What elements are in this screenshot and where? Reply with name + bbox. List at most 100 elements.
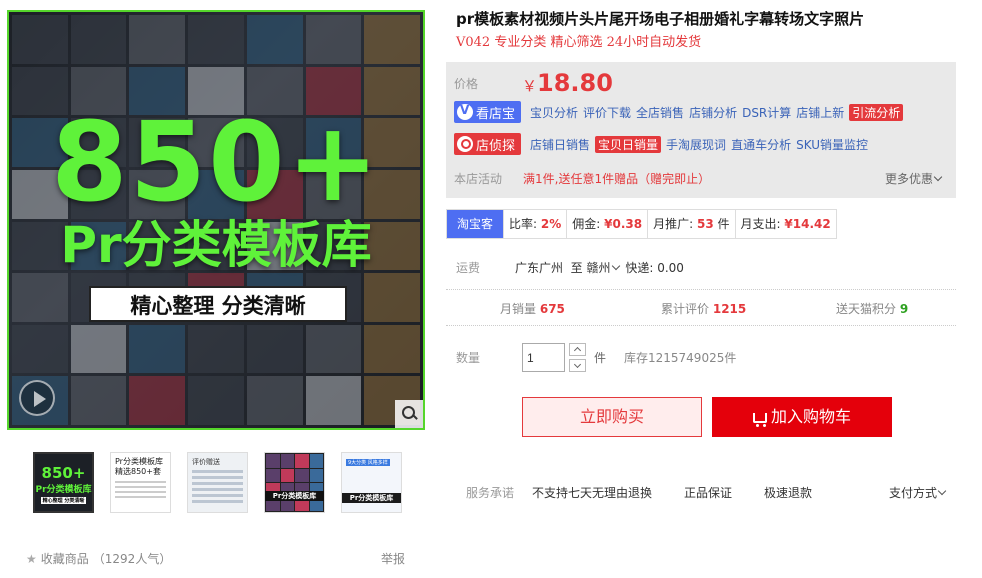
kandianbao-logo-icon	[457, 103, 473, 120]
thumbnail-text: 精心整理 分类清晰	[41, 497, 86, 504]
tool-link-ad-analysis[interactable]: 直通车分析	[731, 136, 791, 153]
tool-link-daily-item-sales[interactable]: 宝贝日销量	[595, 135, 662, 153]
thumbnail-strip: 850+ Pr分类模板库 精心整理 分类清晰 Pr分类模板库 精选850+套 评…	[33, 452, 402, 513]
thumbnail-5[interactable]: 9大分类 风格多样 Pr分类模板库	[341, 452, 402, 513]
review-count[interactable]: 累计评价 1215	[661, 300, 746, 317]
divider	[446, 325, 956, 326]
tool-link-sku-monitor[interactable]: SKU销量监控	[796, 136, 868, 153]
metric-value: 1215	[712, 302, 747, 316]
shipping-info: 广东广州 至 赣州 快递: 0.00	[515, 259, 684, 276]
shipping-label: 运费	[456, 261, 481, 275]
thumbnail-4[interactable]: Pr分类模板库	[264, 452, 325, 513]
add-to-cart-label: 加入购物车	[770, 407, 851, 426]
metric-value: 675	[539, 302, 565, 316]
cart-icon	[752, 413, 767, 427]
quantity-input[interactable]	[522, 343, 565, 372]
metric-label: 送天猫积分	[836, 302, 897, 316]
tool-link-dsr[interactable]: DSR计算	[742, 104, 791, 121]
tool-link-traffic-analysis[interactable]: 引流分析	[849, 103, 904, 121]
monthly-spend: 月支出: ¥14.42	[734, 210, 836, 238]
star-icon: ★	[26, 551, 37, 566]
promo-label: 本店活动	[454, 172, 503, 186]
hero-count: 850+	[51, 98, 381, 226]
stat-label: 月支出:	[740, 217, 781, 231]
tool-link-store-sales[interactable]: 全店销售	[636, 104, 684, 121]
stat-label: 比率:	[509, 217, 538, 231]
quantity-label: 数量	[456, 351, 481, 365]
commission-amount: 佣金: ¥0.38	[566, 210, 647, 238]
kandianbao-button[interactable]: 看店宝	[454, 101, 522, 123]
thumbnail-3[interactable]: 评价赠送	[187, 452, 248, 513]
destination-selector[interactable]: 赣州	[587, 261, 622, 275]
stat-label: 佣金:	[572, 217, 601, 231]
buy-now-button[interactable]: 立即购买	[522, 397, 702, 437]
thumbnail-text: Pr分类模板库	[115, 457, 163, 466]
dianzhentan-label: 店侦探	[476, 138, 516, 154]
dianzhentan-button[interactable]: 店侦探	[454, 133, 522, 155]
main-product-image[interactable]: 850+ Pr分类模板库 精心整理 分类清晰	[7, 10, 425, 430]
metric-value: 9	[899, 302, 909, 316]
play-video-icon[interactable]	[19, 380, 55, 416]
thumbnail-1[interactable]: 850+ Pr分类模板库 精心整理 分类清晰	[33, 452, 94, 513]
ship-to: 赣州	[586, 261, 611, 275]
popularity-count: （1292人气）	[92, 552, 172, 566]
more-offers-link[interactable]: 更多优惠	[885, 170, 944, 187]
metric-label: 月销量	[500, 302, 537, 316]
add-to-cart-button[interactable]: 加入购物车	[712, 397, 892, 437]
service-no-returns[interactable]: 不支持七天无理由退换	[532, 484, 652, 501]
thumbnail-text: 9大分类 风格多样	[346, 459, 390, 466]
service-label: 服务承诺	[466, 486, 515, 500]
tool-link-review-download[interactable]: 评价下载	[583, 104, 631, 121]
thumbnail-lines	[115, 480, 166, 498]
hero-title: Pr分类模板库	[60, 216, 372, 274]
ship-to-word: 至	[570, 261, 583, 275]
tool-link-store-analysis[interactable]: 店铺分析	[689, 104, 737, 121]
price-value: 18.80	[537, 69, 613, 97]
kandianbao-label: 看店宝	[476, 106, 516, 122]
currency-symbol: ￥	[522, 77, 538, 95]
ship-from: 广东广州	[515, 261, 564, 275]
metric-label: 累计评价	[661, 302, 710, 316]
monthly-promotion: 月推广: 53 件	[647, 210, 734, 238]
tool-link-item-analysis[interactable]: 宝贝分析	[530, 104, 578, 121]
price: ￥18.80	[522, 69, 613, 97]
stock-count: 库存1215749025件	[624, 351, 737, 365]
quantity-increase-button[interactable]	[569, 343, 586, 356]
zoom-magnifier-icon[interactable]	[395, 400, 423, 428]
service-authentic[interactable]: 正品保证	[684, 484, 732, 501]
product-title: pr模板素材视频片头片尾开场电子相册婚礼字幕转场文字照片	[456, 10, 865, 28]
kandianbao-toolbar: 看店宝 宝贝分析 评价下载 全店销售 店铺分析 DSR计算 店铺上新 引流分析	[454, 101, 904, 123]
payment-methods-dropdown[interactable]: 支付方式	[889, 484, 948, 501]
thumbnail-text: 850+	[41, 464, 86, 482]
favorite-link[interactable]: ★ 收藏商品 （1292人气）	[26, 550, 171, 567]
dianzhentan-toolbar: 店侦探 店铺日销售 宝贝日销量 手淘展现词 直通车分析 SKU销量监控	[454, 133, 868, 155]
price-label: 价格	[454, 77, 479, 91]
tool-link-new-items[interactable]: 店铺上新	[796, 104, 844, 121]
fee-label: 快递:	[625, 261, 654, 275]
quantity-unit: 件	[594, 351, 607, 365]
product-subtitle: V042 专业分类 精心筛选 24小时自动发货	[456, 35, 702, 50]
thumbnail-text: 精选850+套	[115, 467, 161, 477]
more-offers-label: 更多优惠	[884, 172, 933, 186]
tool-link-daily-store-sales[interactable]: 店铺日销售	[530, 136, 590, 153]
service-fast-refund[interactable]: 极速退款	[764, 484, 812, 501]
taobaoke-stats: 淘宝客 比率: 2% 佣金: ¥0.38 月推广: 53 件 月支出: ¥14.…	[446, 209, 837, 239]
stat-unit: 件	[717, 217, 730, 231]
stat-value: ¥14.42	[784, 217, 831, 231]
taobaoke-badge[interactable]: 淘宝客	[447, 210, 504, 238]
tool-link-search-terms[interactable]: 手淘展现词	[666, 136, 726, 153]
thumbnail-2[interactable]: Pr分类模板库 精选850+套	[110, 452, 171, 513]
divider	[446, 289, 956, 290]
commission-ratio: 比率: 2%	[503, 210, 566, 238]
quantity-decrease-button[interactable]	[569, 359, 586, 372]
thumbnail-text: Pr分类模板库	[342, 493, 401, 503]
chevron-down-icon	[611, 261, 620, 271]
price-panel: 价格 ￥18.80 看店宝 宝贝分析 评价下载 全店销售 店铺分析 DSR计算 …	[446, 62, 956, 198]
chevron-down-icon	[937, 486, 947, 496]
payment-label: 支付方式	[889, 486, 938, 500]
shipping-fee: 0.00	[657, 261, 684, 275]
report-link[interactable]: 举报	[381, 550, 405, 567]
promo-text: 满1件,送任意1件赠品（赠完即止）	[523, 172, 711, 186]
stat-value: ¥0.38	[604, 217, 643, 231]
chevron-down-icon	[933, 172, 943, 182]
